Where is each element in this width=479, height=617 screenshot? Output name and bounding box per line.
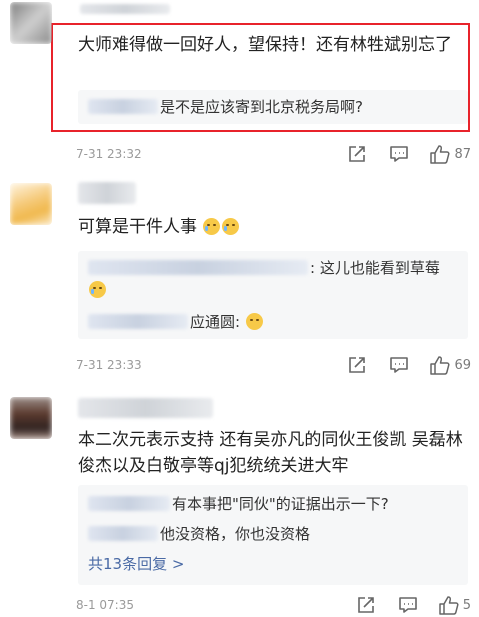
username[interactable] [80, 4, 170, 14]
reply-line: 是不是应该寄到北京税务局啊? [88, 96, 363, 118]
like-count: 69 [454, 357, 471, 373]
like-icon [430, 355, 450, 375]
reply-line: 他没资格，你也没资格 [88, 523, 310, 545]
reply-box[interactable]: 是不是应该寄到北京税务局啊? [78, 90, 468, 124]
timestamp: 8-1 07:35 [76, 598, 134, 612]
avatar[interactable] [10, 2, 52, 44]
grinning-emoji-icon [245, 313, 263, 330]
username[interactable] [78, 398, 213, 418]
share-icon[interactable] [346, 144, 368, 164]
reply-username[interactable] [88, 496, 170, 511]
comment-text-content: 可算是干件人事 [78, 217, 197, 237]
like-button[interactable]: 69 [430, 355, 471, 375]
like-count: 5 [462, 597, 471, 613]
reply-username[interactable] [88, 260, 308, 275]
comment-actions: 5 [335, 595, 471, 615]
comment-icon[interactable] [388, 144, 410, 164]
crying-emoji-icon [89, 281, 106, 298]
reply-text: : 这儿也能看到草莓 [310, 259, 440, 277]
reply-text: 是不是应该寄到北京税务局啊? [160, 98, 363, 116]
comment-actions: 69 [326, 355, 471, 375]
crying-emoji-icon [203, 218, 221, 235]
comment-icon[interactable] [397, 595, 419, 615]
like-icon [438, 595, 459, 615]
reply-line: : 这儿也能看到草莓 [88, 257, 458, 301]
comment-icon[interactable] [388, 355, 410, 375]
like-button[interactable]: 5 [438, 595, 471, 615]
avatar[interactable] [10, 183, 52, 225]
reply-line: 应通圆: [88, 311, 264, 333]
username[interactable] [78, 182, 136, 204]
share-icon[interactable] [355, 595, 377, 615]
reply-box[interactable]: 有本事把"同伙"的证据出示一下? 他没资格，你也没资格 共13条回复 > [78, 485, 468, 585]
reply-username[interactable] [88, 314, 188, 329]
like-icon [430, 144, 450, 164]
timestamp: 7-31 23:33 [76, 358, 142, 372]
reply-username[interactable] [88, 526, 158, 541]
comment-text: 可算是干件人事 [78, 214, 240, 240]
like-count: 87 [454, 146, 471, 162]
crying-emoji-icon [222, 218, 240, 235]
share-icon[interactable] [346, 355, 368, 375]
reply-line: 有本事把"同伙"的证据出示一下? [88, 493, 389, 515]
comment-text: 本二次元表示支持 还有吴亦凡的同伙王俊凯 吴磊林俊杰以及白敬亭等qj犯统统关进大… [78, 430, 463, 476]
reply-username[interactable] [88, 99, 158, 114]
reply-text: 他没资格，你也没资格 [160, 525, 311, 543]
reply-text: 应通圆: [190, 313, 245, 331]
like-button[interactable]: 87 [430, 144, 471, 164]
reply-text: 有本事把"同伙"的证据出示一下? [172, 495, 389, 513]
reply-box[interactable]: : 这儿也能看到草莓 应通圆: [78, 251, 468, 339]
comment-actions: 87 [326, 144, 471, 164]
timestamp: 7-31 23:32 [76, 147, 142, 161]
comment-text: 大师难得做一回好人，望保持！还有林牲斌别忘了 [78, 35, 452, 55]
more-replies-link[interactable]: 共13条回复 > [88, 553, 184, 575]
avatar[interactable] [10, 397, 52, 439]
